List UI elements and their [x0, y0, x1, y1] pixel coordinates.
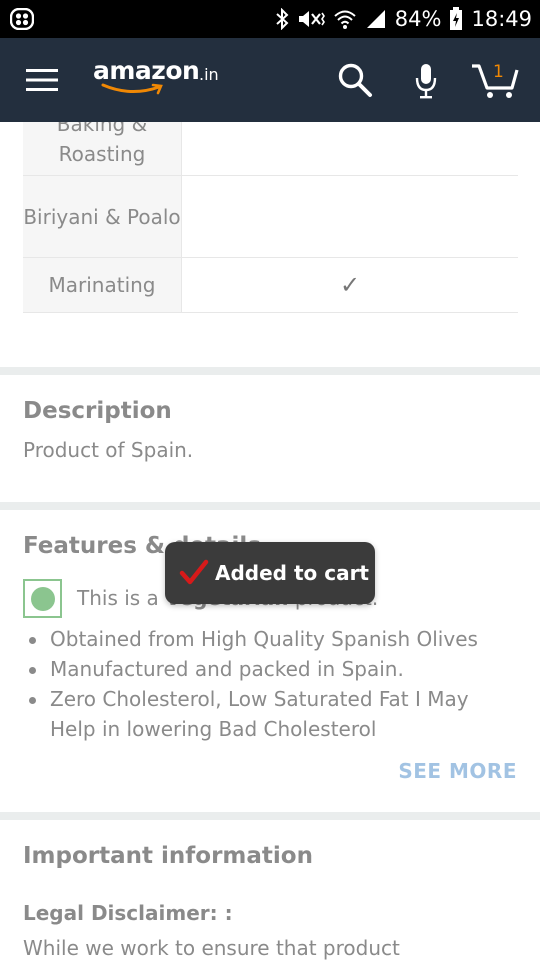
- hamburger-menu-icon[interactable]: [26, 68, 58, 92]
- usage-table: Baking & Roasting Biriyani & Poalo Marin…: [23, 122, 518, 313]
- product-details-content: Baking & Roasting Biriyani & Poalo Marin…: [0, 122, 540, 960]
- usage-name: Marinating: [23, 258, 182, 312]
- table-row: Biriyani & Poalo: [23, 176, 518, 258]
- usage-value: [182, 122, 518, 175]
- legal-disclaimer-text: While we work to ensure that product: [23, 936, 400, 960]
- legal-disclaimer-label: Legal Disclaimer: :: [23, 901, 233, 925]
- bluetooth-icon: [275, 8, 289, 30]
- table-row: Baking & Roasting: [23, 122, 518, 176]
- list-item: Obtained from High Quality Spanish Olive…: [23, 624, 513, 654]
- usage-name: Biriyani & Poalo: [23, 176, 182, 257]
- usage-name: Baking & Roasting: [23, 122, 182, 175]
- toast-message: Added to cart: [215, 561, 369, 585]
- usage-checkmark: ✓: [339, 271, 361, 299]
- checkmark-icon: [179, 559, 209, 585]
- list-item: Manufactured and packed in Spain.: [23, 654, 513, 684]
- section-divider: [0, 812, 540, 820]
- description-title: Description: [23, 398, 172, 424]
- battery-charging-icon: [449, 7, 463, 31]
- amazon-logo[interactable]: amazon .in: [93, 54, 223, 98]
- notification-app-icon: [9, 7, 35, 31]
- added-to-cart-toast: Added to cart: [165, 542, 375, 604]
- list-item: Zero Cholesterol, Low Saturated Fat I Ma…: [23, 684, 513, 744]
- mute-vibrate-icon: [297, 8, 325, 30]
- clock: 18:49: [471, 7, 532, 31]
- description-text: Product of Spain.: [23, 438, 194, 462]
- vegetarian-mark-icon: [23, 579, 62, 618]
- important-info-title: Important information: [23, 843, 313, 869]
- signal-icon: [365, 8, 387, 30]
- logo-smile-icon: [101, 83, 163, 95]
- see-more-link[interactable]: SEE MORE: [398, 759, 517, 783]
- battery-percent: 84%: [394, 7, 442, 31]
- search-icon[interactable]: [337, 62, 373, 98]
- status-bar: 84% 18:49: [0, 0, 540, 38]
- usage-value: [182, 176, 518, 257]
- cart-count-badge: 1: [493, 62, 504, 82]
- table-row: Marinating ✓: [23, 258, 518, 313]
- app-header: amazon .in 1: [0, 38, 540, 122]
- section-divider: [0, 502, 540, 510]
- section-divider: [0, 367, 540, 375]
- feature-bullets: Obtained from High Quality Spanish Olive…: [23, 624, 513, 744]
- logo-wordmark: amazon: [93, 56, 200, 85]
- wifi-icon: [333, 8, 357, 30]
- microphone-icon[interactable]: [413, 62, 439, 100]
- logo-domain: .in: [199, 65, 219, 84]
